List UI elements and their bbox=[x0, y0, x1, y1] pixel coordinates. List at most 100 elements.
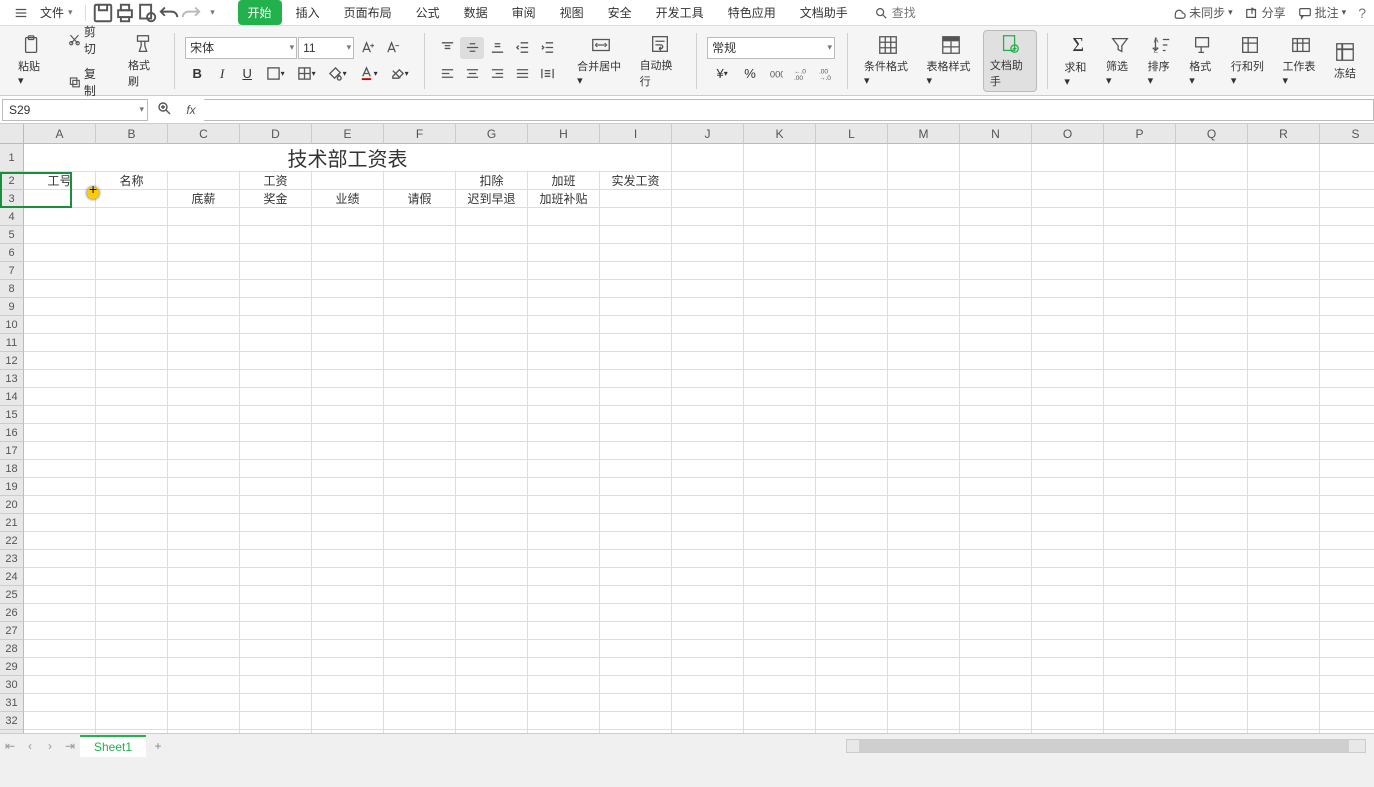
row-header-6[interactable]: 6 bbox=[0, 244, 24, 262]
increase-decimal-icon[interactable]: ←.0.00 bbox=[788, 63, 812, 85]
underline-icon[interactable]: U bbox=[235, 63, 259, 85]
row-header-10[interactable]: 10 bbox=[0, 316, 24, 334]
filter-button[interactable]: 筛选 ▾ bbox=[1100, 32, 1140, 89]
align-top-icon[interactable] bbox=[435, 37, 459, 59]
row-header-29[interactable]: 29 bbox=[0, 658, 24, 676]
col-header-I[interactable]: I bbox=[600, 124, 672, 144]
col-header-F[interactable]: F bbox=[384, 124, 456, 144]
header-cell[interactable]: 底薪 bbox=[168, 190, 240, 208]
row-header-7[interactable]: 7 bbox=[0, 262, 24, 280]
font-color-icon[interactable]: ▾ bbox=[353, 63, 383, 85]
align-right-icon[interactable] bbox=[485, 63, 509, 85]
row-col-button[interactable]: 行和列 ▾ bbox=[1225, 32, 1275, 89]
row-header-30[interactable]: 30 bbox=[0, 676, 24, 694]
horizontal-scrollbar[interactable] bbox=[846, 739, 1366, 753]
decrease-font-icon[interactable] bbox=[380, 37, 404, 59]
col-header-J[interactable]: J bbox=[672, 124, 744, 144]
tab-review[interactable]: 审阅 bbox=[502, 0, 546, 25]
header-cell[interactable]: 工资 bbox=[240, 172, 312, 190]
qat-dropdown[interactable]: ▾ bbox=[202, 2, 224, 24]
title-cell[interactable]: 技术部工资表 bbox=[24, 144, 672, 172]
row-header-14[interactable]: 14 bbox=[0, 388, 24, 406]
tab-devtools[interactable]: 开发工具 bbox=[646, 0, 714, 25]
name-box[interactable]: S29▾ bbox=[2, 99, 148, 121]
row-header-2[interactable]: 2 bbox=[0, 172, 24, 190]
row-header-19[interactable]: 19 bbox=[0, 478, 24, 496]
tab-start[interactable]: 开始 bbox=[238, 0, 282, 25]
format-painter-button[interactable]: 格式刷 bbox=[122, 31, 164, 91]
italic-icon[interactable]: I bbox=[210, 63, 234, 85]
col-header-L[interactable]: L bbox=[816, 124, 888, 144]
tab-nav-next-icon[interactable]: › bbox=[40, 736, 60, 756]
tab-view[interactable]: 视图 bbox=[550, 0, 594, 25]
tab-layout[interactable]: 页面布局 bbox=[334, 0, 402, 25]
tab-dochelper[interactable]: 文档助手 bbox=[790, 0, 858, 25]
cut-button[interactable]: 剪切 bbox=[64, 21, 110, 59]
tab-special[interactable]: 特色应用 bbox=[718, 0, 786, 25]
tab-nav-first-icon[interactable]: ⇤ bbox=[0, 736, 20, 756]
col-header-O[interactable]: O bbox=[1032, 124, 1104, 144]
redo-icon[interactable] bbox=[180, 2, 202, 24]
distribute-icon[interactable] bbox=[535, 63, 559, 85]
row-header-17[interactable]: 17 bbox=[0, 442, 24, 460]
justify-icon[interactable] bbox=[510, 63, 534, 85]
decrease-indent-icon[interactable] bbox=[510, 37, 534, 59]
col-header-D[interactable]: D bbox=[240, 124, 312, 144]
increase-font-icon[interactable] bbox=[355, 37, 379, 59]
col-header-E[interactable]: E bbox=[312, 124, 384, 144]
help-button[interactable]: ? bbox=[1358, 5, 1366, 21]
header-cell[interactable]: 实发工资 bbox=[600, 172, 672, 190]
menu-hamburger[interactable] bbox=[8, 4, 34, 22]
row-header-12[interactable]: 12 bbox=[0, 352, 24, 370]
tab-insert[interactable]: 插入 bbox=[286, 0, 330, 25]
row-header-27[interactable]: 27 bbox=[0, 622, 24, 640]
spreadsheet-area[interactable]: ABCDEFGHIJKLMNOPQRS 12345678910111213141… bbox=[0, 124, 1374, 757]
header-cell[interactable]: 业绩 bbox=[312, 190, 384, 208]
border-icon[interactable]: ▾ bbox=[260, 63, 290, 85]
autosum-button[interactable]: Σ求和 ▾ bbox=[1058, 32, 1098, 90]
font-size-select[interactable]: 11▾ bbox=[298, 37, 354, 59]
row-header-8[interactable]: 8 bbox=[0, 280, 24, 298]
search-box[interactable]: 查找 bbox=[868, 2, 922, 23]
freeze-button[interactable]: 冻结 bbox=[1328, 39, 1362, 83]
comments-button[interactable]: 批注▾ bbox=[1298, 4, 1347, 21]
sheet-tab-1[interactable]: Sheet1 bbox=[80, 735, 146, 757]
undo-icon[interactable] bbox=[158, 2, 180, 24]
print-icon[interactable] bbox=[114, 2, 136, 24]
row-header-15[interactable]: 15 bbox=[0, 406, 24, 424]
share-button[interactable]: 分享 bbox=[1245, 4, 1286, 21]
sort-button[interactable]: AZ排序 ▾ bbox=[1142, 32, 1182, 89]
zoom-icon[interactable] bbox=[156, 100, 172, 119]
fill-color-icon[interactable]: ▾ bbox=[322, 63, 352, 85]
percent-icon[interactable]: % bbox=[738, 63, 762, 85]
header-cell[interactable]: 名称 bbox=[96, 172, 168, 190]
align-middle-icon[interactable] bbox=[460, 37, 484, 59]
table-style-button[interactable]: 表格样式 ▾ bbox=[920, 32, 980, 89]
row-header-26[interactable]: 26 bbox=[0, 604, 24, 622]
col-header-P[interactable]: P bbox=[1104, 124, 1176, 144]
add-sheet-button[interactable]: + bbox=[146, 739, 170, 753]
row-header-24[interactable]: 24 bbox=[0, 568, 24, 586]
col-header-G[interactable]: G bbox=[456, 124, 528, 144]
decrease-decimal-icon[interactable]: .00→.0 bbox=[813, 63, 837, 85]
row-header-32[interactable]: 32 bbox=[0, 712, 24, 730]
sync-status[interactable]: 未同步▾ bbox=[1172, 4, 1233, 21]
row-header-20[interactable]: 20 bbox=[0, 496, 24, 514]
row-header-5[interactable]: 5 bbox=[0, 226, 24, 244]
row-header-31[interactable]: 31 bbox=[0, 694, 24, 712]
select-all-corner[interactable] bbox=[0, 124, 24, 144]
align-center-icon[interactable] bbox=[460, 63, 484, 85]
number-format-select[interactable]: 常规▾ bbox=[707, 37, 835, 59]
row-header-22[interactable]: 22 bbox=[0, 532, 24, 550]
row-header-9[interactable]: 9 bbox=[0, 298, 24, 316]
header-cell[interactable]: 加班补贴 bbox=[528, 190, 600, 208]
align-left-icon[interactable] bbox=[435, 63, 459, 85]
doc-helper-button[interactable]: 文档助手 bbox=[983, 30, 1038, 92]
paste-button[interactable]: 粘贴 ▾ bbox=[12, 32, 52, 89]
col-header-Q[interactable]: Q bbox=[1176, 124, 1248, 144]
clear-format-icon[interactable]: ▾ bbox=[384, 63, 414, 85]
wrap-text-button[interactable]: 自动换行 bbox=[634, 31, 687, 91]
header-cell[interactable]: 加班 bbox=[528, 172, 600, 190]
col-header-K[interactable]: K bbox=[744, 124, 816, 144]
col-header-B[interactable]: B bbox=[96, 124, 168, 144]
